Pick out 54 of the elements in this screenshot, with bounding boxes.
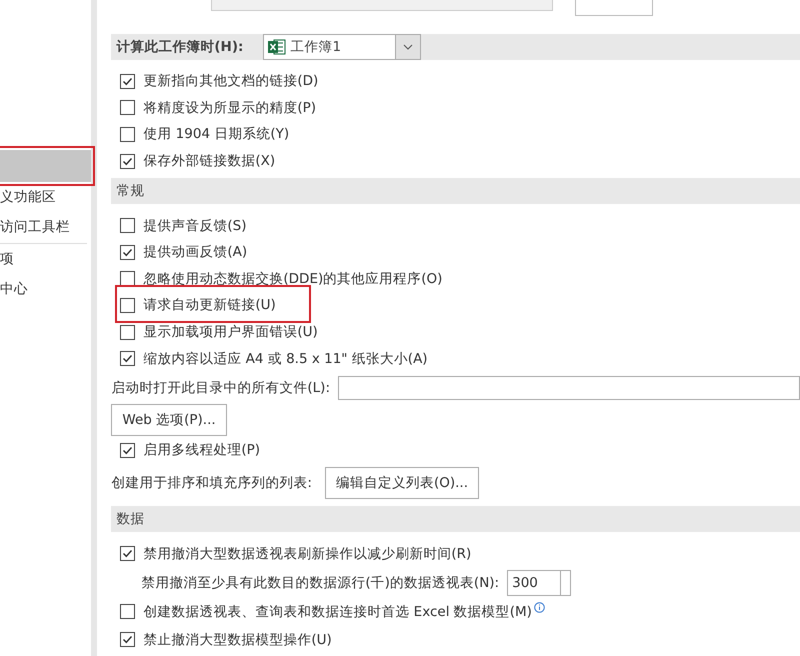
- checkmark-icon: [122, 444, 134, 456]
- checkbox[interactable]: [120, 298, 136, 313]
- checkbox-label: 禁止撤消大型数据模型操作(U): [143, 630, 332, 649]
- checkbox-label: 提供动画反馈(A): [143, 243, 248, 262]
- field-label: 启动时打开此目录中的所有文件(L):: [111, 378, 330, 397]
- checkbox[interactable]: [120, 218, 136, 234]
- edit-lists-button[interactable]: 编辑自定义列表(O)...: [324, 466, 479, 499]
- sidebar-item[interactable]: 中心: [0, 274, 92, 304]
- checkbox-label: 忽略使用动态数据交换(DDE)的其他应用程序(O): [143, 270, 442, 288]
- sidebar-item[interactable]: 项: [0, 244, 92, 274]
- checkbox-label: 请求自动更新链接(U): [143, 296, 276, 314]
- checkbox[interactable]: [120, 442, 136, 458]
- checkbox-label: 将精度设为所显示的精度(P): [143, 98, 316, 117]
- section-title: 常规: [116, 182, 144, 200]
- checkbox[interactable]: [120, 351, 136, 366]
- checkbox[interactable]: [120, 100, 136, 116]
- dropdown-value: 工作簿1: [290, 38, 342, 56]
- checkbox[interactable]: [120, 324, 136, 340]
- checkbox[interactable]: [120, 74, 136, 89]
- checkmark-icon: [122, 156, 134, 167]
- checkbox[interactable]: [120, 154, 136, 169]
- checkmark-icon: [122, 634, 134, 646]
- checkbox-label: 创建数据透视表、查询表和数据连接时首选 Excel 数据模型(M): [143, 602, 532, 621]
- field-label: 禁用撤消至少具有此数目的数据源行(千)的数据透视表(N):: [141, 574, 500, 592]
- section-title: 数据: [116, 510, 144, 528]
- workbook-dropdown[interactable]: 工作簿1: [263, 34, 422, 60]
- checkbox-label: 显示加载项用户界面错误(U): [143, 323, 318, 342]
- sidebar-item[interactable]: 访问工具栏: [0, 212, 92, 242]
- checkbox-label: 使用 1904 日期系统(Y): [143, 125, 290, 144]
- section-label: 计算此工作簿时(H):: [116, 38, 244, 56]
- checkbox[interactable]: [120, 244, 136, 260]
- checkmark-icon: [122, 353, 134, 364]
- chevron-down-icon: [403, 44, 414, 50]
- checkbox-label: 缩放内容以适应 A4 或 8.5 x 11" 纸张大小(A): [143, 350, 428, 368]
- checkbox[interactable]: [120, 604, 136, 620]
- checkbox-label: 启用多线程处理(P): [143, 441, 260, 460]
- checkbox[interactable]: [120, 632, 136, 648]
- checkbox-label: 禁用撤消大型数据透视表刷新操作以减少刷新时间(R): [143, 544, 472, 563]
- checkbox-label: 更新指向其他文档的链接(D): [143, 72, 318, 90]
- number-spinner[interactable]: 300: [507, 570, 572, 596]
- checkbox[interactable]: [120, 546, 136, 562]
- info-icon[interactable]: [534, 602, 545, 614]
- checkmark-icon: [122, 76, 134, 87]
- checkbox[interactable]: [120, 271, 136, 286]
- checkmark-icon: [122, 246, 134, 258]
- checkbox-label: 提供声音反馈(S): [143, 216, 246, 235]
- web-options-button[interactable]: Web 选项(P)...: [111, 404, 227, 436]
- sidebar-item[interactable]: 义功能区: [0, 182, 92, 212]
- checkmark-icon: [122, 548, 134, 560]
- checkbox-label: 保存外部链接数据(X): [143, 152, 276, 170]
- field-label: 创建用于排序和填充序列的列表:: [111, 474, 312, 492]
- spreadsheet-icon: [268, 39, 286, 55]
- folder-field[interactable]: [338, 376, 800, 400]
- checkbox[interactable]: [120, 126, 136, 142]
